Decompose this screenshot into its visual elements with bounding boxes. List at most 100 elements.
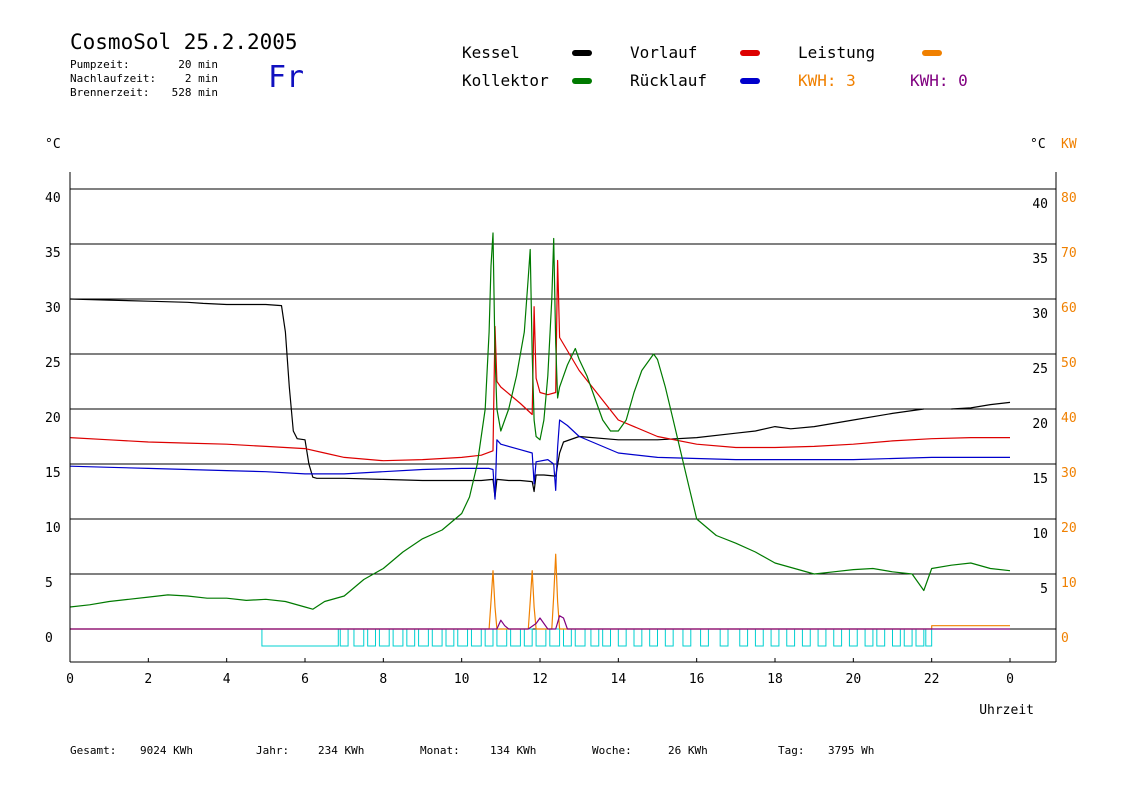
burner-period	[876, 628, 886, 647]
x-tick-label: 2	[144, 672, 152, 687]
y-tick-label-kw: 30	[1061, 466, 1077, 481]
x-tick-label: 4	[223, 672, 231, 687]
footer-jahr-value: 234 KWh	[318, 744, 365, 757]
y-tick-label-right: 30	[1032, 307, 1048, 322]
burner-period	[549, 628, 561, 647]
y-tick-label-left: 15	[45, 466, 61, 481]
burner-period	[353, 628, 365, 647]
x-tick-label: 22	[924, 672, 940, 687]
burner-period	[864, 628, 874, 647]
footer-woche-value: 26 KWh	[668, 744, 708, 757]
footer-gesamt-label: Gesamt:	[70, 744, 117, 757]
y-tick-label-kw: 10	[1061, 576, 1077, 591]
temperature-chart: 0 2 4 6 8 10 12 14 16 18 20 22 0 0 5 10 15 20 25 30 35 40 5 10 1…	[45, 137, 1077, 718]
burner-period	[378, 628, 390, 647]
y-tick-label-left: 35	[45, 246, 61, 261]
burner-period	[633, 628, 643, 647]
footer-monat-value: 134 KWh	[490, 744, 537, 757]
burner-period	[700, 628, 709, 647]
series-line-vorlauf	[69, 259, 1010, 462]
y-tick-label-left: 40	[45, 191, 61, 206]
x-tick-label: 20	[846, 672, 862, 687]
chart-axes	[69, 172, 1057, 663]
burner-period	[367, 628, 376, 647]
y-tick-label-right: 35	[1032, 252, 1048, 267]
x-tick-label: 18	[767, 672, 783, 687]
burner-period	[261, 628, 339, 647]
y-tick-label-left: 20	[45, 411, 61, 426]
burner-period	[484, 628, 494, 647]
burner-period	[833, 628, 843, 647]
series-line-ruecklauf	[69, 419, 1010, 500]
burner-period	[649, 628, 659, 647]
burner-period	[719, 628, 729, 647]
x-tick-label: 14	[611, 672, 627, 687]
burner-period	[510, 628, 521, 647]
chart-series	[69, 232, 1011, 630]
burner-period	[496, 628, 508, 647]
footer-woche-label: Woche:	[592, 744, 632, 757]
footer-monat-label: Monat:	[420, 744, 460, 757]
y-tick-label-right: 25	[1032, 362, 1048, 377]
burner-period	[817, 628, 827, 647]
x-tick-label: 12	[532, 672, 548, 687]
y-tick-label-kw: 0	[1061, 631, 1069, 646]
burner-period	[431, 628, 443, 647]
burner-bar	[261, 628, 933, 647]
burner-period	[739, 628, 749, 647]
y-tick-label-left: 30	[45, 301, 61, 316]
burner-period	[574, 628, 586, 647]
burner-period	[682, 628, 692, 647]
x-tick-label: 0	[66, 672, 74, 687]
series-line-kessel	[69, 298, 1011, 498]
chart-grid	[70, 188, 1056, 630]
burner-period	[418, 628, 429, 647]
y-tick-label-kw: 40	[1061, 411, 1077, 426]
y-tick-label-kw: 20	[1061, 521, 1077, 536]
y-tick-label-right: 40	[1032, 197, 1048, 212]
y-tick-label-right: 5	[1040, 582, 1048, 597]
x-tick-label: 16	[689, 672, 705, 687]
burner-period	[892, 628, 901, 647]
burner-period	[392, 628, 404, 647]
y-axis-unit-right: °C	[1030, 137, 1046, 152]
burner-period	[523, 628, 533, 647]
burner-period	[915, 628, 925, 647]
footer-tag-label: Tag:	[778, 744, 805, 757]
burner-period	[602, 628, 612, 647]
burner-period	[590, 628, 600, 647]
burner-period	[786, 628, 796, 647]
burner-period	[470, 628, 482, 647]
footer-jahr-label: Jahr:	[256, 744, 290, 757]
burner-period	[563, 628, 572, 647]
footer-gesamt-value: 9024 KWh	[140, 744, 193, 757]
burner-period	[457, 628, 469, 647]
series-line-kwh2	[70, 615, 1010, 630]
y-tick-label-left: 0	[45, 631, 53, 646]
y-tick-label-right: 20	[1032, 417, 1048, 432]
x-tick-label: 6	[301, 672, 309, 687]
burner-period	[925, 628, 933, 647]
burner-period	[903, 628, 913, 647]
y-tick-label-kw: 50	[1061, 356, 1077, 371]
burner-period	[801, 628, 811, 647]
y-tick-label-kw: 60	[1061, 301, 1077, 316]
y-axis-unit-left: °C	[45, 137, 61, 152]
burner-period	[770, 628, 780, 647]
burner-period	[339, 628, 349, 647]
x-tick-label: 0	[1006, 672, 1014, 687]
x-tick-label: 10	[454, 672, 470, 687]
burner-period	[617, 628, 627, 647]
y-tick-label-kw: 80	[1061, 191, 1077, 206]
y-axis-unit-kw: KW	[1061, 137, 1077, 152]
series-line-kollektor	[69, 232, 1011, 610]
burner-period	[848, 628, 858, 647]
y-tick-label-right: 15	[1032, 472, 1048, 487]
x-axis-label: Uhrzeit	[979, 703, 1034, 718]
burner-period	[406, 628, 416, 647]
y-tick-label-left: 25	[45, 356, 61, 371]
burner-period	[535, 628, 547, 647]
burner-period	[445, 628, 455, 647]
y-tick-label-right: 10	[1032, 527, 1048, 542]
x-tick-label: 8	[379, 672, 387, 687]
